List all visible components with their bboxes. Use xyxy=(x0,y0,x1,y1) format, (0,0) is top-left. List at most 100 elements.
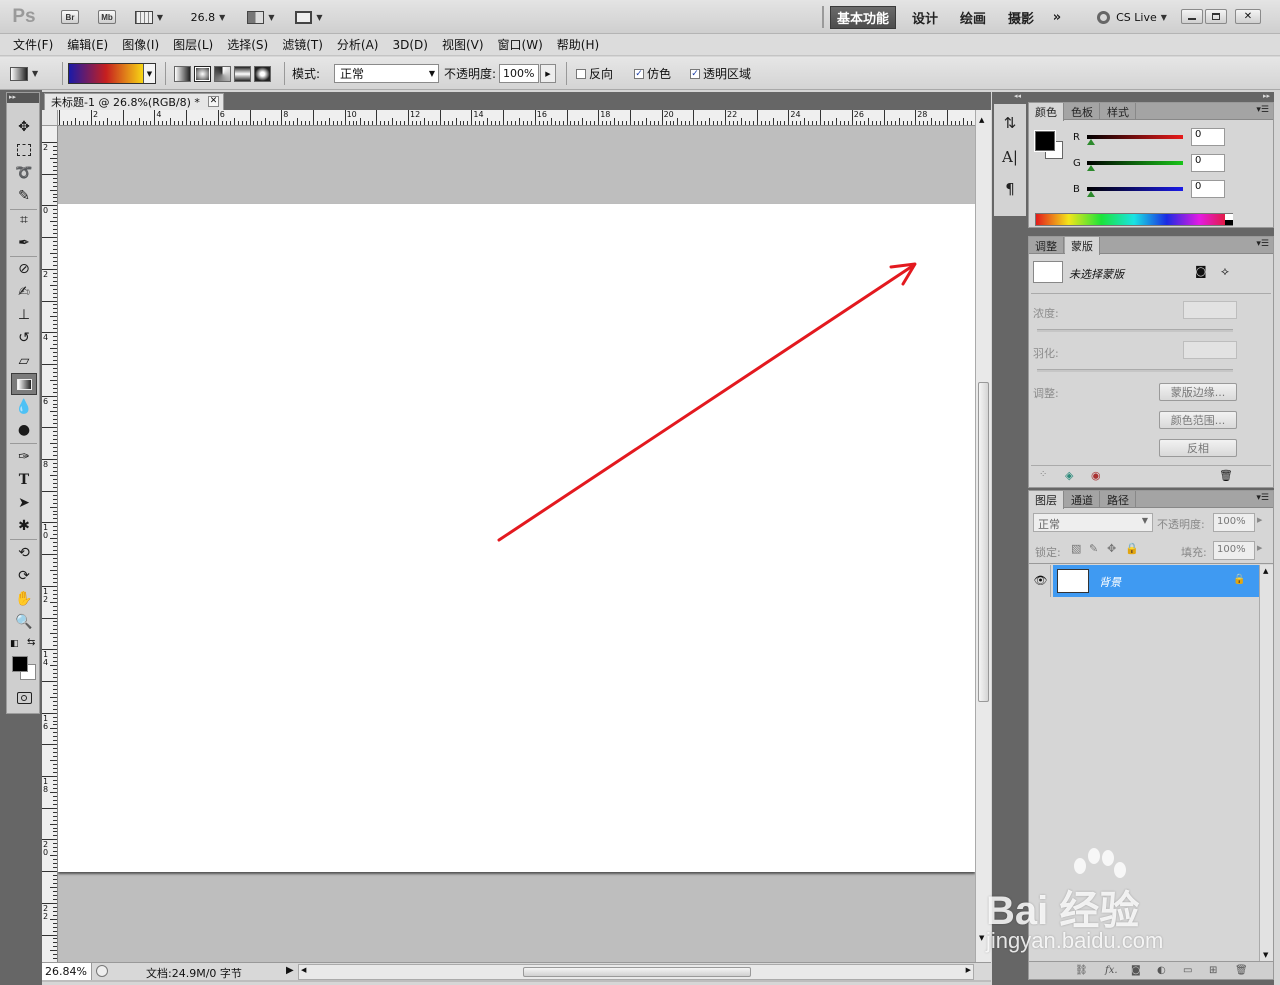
menu-layer[interactable]: 图层(L) xyxy=(166,36,220,53)
panel-menu-icon[interactable]: ▾☰ xyxy=(1256,239,1269,249)
dither-checkbox[interactable]: ✓ 仿色 xyxy=(634,57,671,90)
chevron-down-icon[interactable]: ▼ xyxy=(143,64,155,83)
vertical-ruler[interactable]: 2 0 2 4 6 8 1 0 1 2 1 4 1 6 1 8 2 0 2 2 xyxy=(42,126,58,962)
green-value-input[interactable]: 0 xyxy=(1191,154,1225,172)
eyedropper-tool-icon[interactable]: ✒ xyxy=(11,232,37,254)
view-extras-dropdown[interactable]: ▼ xyxy=(132,0,166,34)
blue-channel-slider[interactable] xyxy=(1087,187,1183,191)
tab-swatches[interactable]: 色板 xyxy=(1065,103,1100,120)
type-tool-icon[interactable]: T xyxy=(11,469,37,491)
lasso-tool-icon[interactable]: ➰ xyxy=(11,162,37,184)
mini-bridge-button[interactable]: Mb xyxy=(96,0,118,34)
scroll-down-icon[interactable]: ▼ xyxy=(1263,951,1268,959)
load-selection-icon[interactable]: ⁘ xyxy=(1039,469,1047,480)
healing-brush-tool-icon[interactable]: ⊘ xyxy=(11,258,37,280)
layer-visibility-eye-icon[interactable]: 👁 xyxy=(1031,565,1051,597)
linear-gradient-button[interactable] xyxy=(174,65,191,82)
dodge-tool-icon[interactable]: ● xyxy=(11,419,37,441)
workspace-painting-button[interactable]: 绘画 xyxy=(952,6,994,29)
vertical-scroll-thumb[interactable] xyxy=(978,382,989,702)
scroll-up-icon[interactable]: ▲ xyxy=(1263,567,1268,575)
tab-adjustments[interactable]: 调整 xyxy=(1029,237,1064,254)
pen-tool-icon[interactable]: ✑ xyxy=(11,446,37,468)
lock-transparent-icon[interactable]: ▧ xyxy=(1071,542,1081,555)
hand-tool-icon[interactable]: ✋ xyxy=(11,588,37,610)
panel-menu-icon[interactable]: ▾☰ xyxy=(1256,493,1269,503)
lock-position-icon[interactable]: ✥ xyxy=(1107,542,1116,555)
history-brush-tool-icon[interactable]: ↺ xyxy=(11,327,37,349)
menu-window[interactable]: 窗口(W) xyxy=(491,36,550,53)
zoom-status-field[interactable]: 26.84% xyxy=(42,963,92,980)
canvas-pasteboard[interactable] xyxy=(58,126,975,962)
color-spectrum-ramp[interactable] xyxy=(1035,213,1233,226)
restore-button[interactable] xyxy=(1205,9,1227,24)
feather-input[interactable] xyxy=(1183,341,1237,359)
delete-layer-icon[interactable]: 🗑 xyxy=(1235,965,1248,976)
layer-blend-mode-select[interactable]: 正常 ▼ xyxy=(1033,513,1153,532)
reverse-check-box[interactable] xyxy=(576,68,586,79)
blue-value-input[interactable]: 0 xyxy=(1191,180,1225,198)
panel-menu-icon[interactable]: ▾☰ xyxy=(1256,105,1269,115)
zoom-level-dropdown[interactable]: 26.8 ▼ xyxy=(186,0,230,34)
workspace-design-button[interactable]: 设计 xyxy=(904,6,946,29)
blue-slider-handle-icon[interactable] xyxy=(1087,191,1095,197)
layers-panel-scrollbar[interactable]: ▲ ▼ xyxy=(1259,565,1273,961)
lock-image-icon[interactable]: ✎ xyxy=(1089,542,1098,555)
reverse-checkbox[interactable]: 反向 xyxy=(576,57,613,90)
menu-view[interactable]: 视图(V) xyxy=(435,36,491,53)
invert-button[interactable]: 反相 xyxy=(1159,439,1237,457)
foreground-color-swatch[interactable] xyxy=(12,656,28,672)
path-selection-tool-icon[interactable]: ➤ xyxy=(11,492,37,514)
clone-stamp-tool-icon[interactable]: ⊥ xyxy=(11,304,37,326)
vertical-scrollbar[interactable]: ▲ ▼ xyxy=(975,110,991,962)
toolbox-collapse-grip[interactable]: ▸▸ xyxy=(7,93,39,103)
green-slider-handle-icon[interactable] xyxy=(1087,165,1095,171)
workspace-essentials-button[interactable]: 基本功能 xyxy=(830,6,896,29)
add-pixel-mask-icon[interactable]: ◙ xyxy=(1195,264,1207,278)
tab-channels[interactable]: 通道 xyxy=(1065,491,1100,508)
menu-select[interactable]: 选择(S) xyxy=(220,36,275,53)
opacity-input[interactable]: 100% xyxy=(499,64,539,83)
red-value-input[interactable]: 0 xyxy=(1191,128,1225,146)
collapse-panels-arrow-icon[interactable]: ▸▸ xyxy=(1263,92,1270,100)
color-range-button[interactable]: 颜色范围... xyxy=(1159,411,1237,429)
mask-edge-button[interactable]: 蒙版边缘... xyxy=(1159,383,1237,401)
eraser-tool-icon[interactable]: ▱ xyxy=(11,350,37,372)
tab-masks[interactable]: 蒙版 xyxy=(1065,237,1100,255)
diamond-gradient-button[interactable] xyxy=(254,65,271,82)
transparency-checkbox[interactable]: ✓ 透明区域 xyxy=(690,57,751,90)
tool-preset-picker[interactable]: ▼ xyxy=(10,57,58,90)
delete-mask-icon[interactable]: 🗑 xyxy=(1219,469,1233,482)
angle-gradient-button[interactable] xyxy=(214,65,231,82)
scroll-down-icon[interactable]: ▼ xyxy=(979,934,984,942)
reflected-gradient-button[interactable] xyxy=(234,65,251,82)
close-button[interactable]: ✕ xyxy=(1235,9,1261,24)
more-workspaces-button[interactable]: » xyxy=(1046,6,1068,29)
layer-style-icon[interactable]: fx. xyxy=(1105,965,1118,976)
density-input[interactable] xyxy=(1183,301,1237,319)
tab-paths[interactable]: 路径 xyxy=(1101,491,1136,508)
quick-mask-icon[interactable] xyxy=(11,687,37,709)
new-group-icon[interactable]: ▭ xyxy=(1183,965,1192,976)
tab-styles[interactable]: 样式 xyxy=(1101,103,1136,120)
scroll-right-icon[interactable]: ▶ xyxy=(966,966,971,974)
menu-analysis[interactable]: 分析(A) xyxy=(330,36,386,53)
blur-tool-icon[interactable]: 💧 xyxy=(11,396,37,418)
status-info-icon[interactable] xyxy=(96,965,108,977)
horizontal-ruler[interactable]: 2 4 6 8 10 12 14 16 18 20 22 24 26 28 xyxy=(58,110,975,126)
custom-shape-tool-icon[interactable]: ✱ xyxy=(11,515,37,537)
apply-mask-icon[interactable]: ◈ xyxy=(1065,469,1073,482)
scroll-left-icon[interactable]: ◀ xyxy=(301,966,306,974)
screen-mode-dropdown[interactable]: ▼ xyxy=(292,0,326,34)
adjustment-layer-icon[interactable]: ◐ xyxy=(1157,965,1166,976)
gradient-tool-icon[interactable] xyxy=(11,373,37,395)
feather-slider[interactable] xyxy=(1037,369,1233,372)
default-colors-icon[interactable]: ◧ xyxy=(10,639,19,649)
menu-file[interactable]: 文件(F) xyxy=(6,36,60,53)
close-document-icon[interactable]: ✕ xyxy=(208,96,219,107)
layer-opacity-input[interactable]: 100% xyxy=(1213,513,1255,532)
3d-orbit-tool-icon[interactable]: ⟳ xyxy=(11,565,37,587)
dither-check-box[interactable]: ✓ xyxy=(634,68,644,79)
layer-opacity-slider-icon[interactable]: ▶ xyxy=(1257,516,1262,524)
tab-color[interactable]: 颜色 xyxy=(1029,103,1064,121)
